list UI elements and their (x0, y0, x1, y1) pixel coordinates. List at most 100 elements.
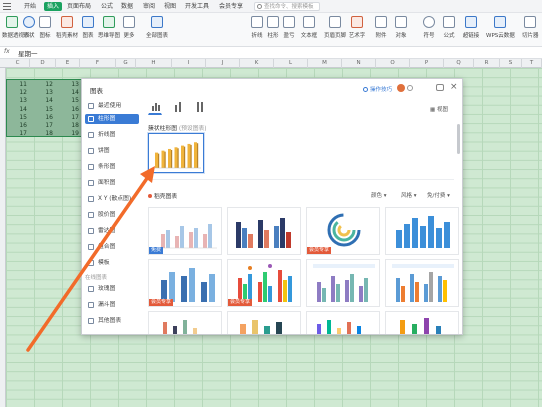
template-card[interactable] (385, 207, 459, 255)
cell[interactable]: 19 (57, 130, 79, 137)
column-header[interactable]: K (240, 59, 274, 68)
cell[interactable]: 18 (57, 122, 79, 129)
all-charts-button[interactable]: 全部图表 (146, 15, 168, 45)
menu-developer[interactable]: 开发工具 (185, 2, 209, 11)
sidebar-item-line[interactable]: 折线图 (85, 130, 139, 140)
formula-input[interactable]: 星期一 (18, 48, 38, 58)
cloud-data-button[interactable]: WPS云数据 (486, 15, 515, 45)
more-button[interactable]: 更多 (122, 15, 136, 45)
column-header[interactable]: N (342, 59, 376, 68)
column-header[interactable]: R (474, 59, 500, 68)
column-header[interactable]: H (136, 59, 172, 68)
stacked-column-tab[interactable] (170, 101, 184, 115)
cell[interactable]: 16 (31, 114, 53, 121)
header-footer-button[interactable]: 页眉页脚 (324, 15, 346, 45)
sidebar-item-column[interactable]: 柱形图 (85, 114, 139, 124)
cell[interactable]: 15 (31, 106, 53, 113)
sidebar-item-funnel[interactable]: 漏斗图 (85, 300, 139, 310)
menu-hamburger-icon[interactable] (3, 3, 11, 10)
menu-home[interactable]: 开始 (24, 2, 36, 11)
cell[interactable]: 16 (57, 106, 79, 113)
template-card[interactable] (227, 311, 301, 334)
sidebar-item-bar[interactable]: 条形图 (85, 162, 139, 172)
template-card[interactable]: 会员专享 (227, 259, 301, 307)
wordart-button[interactable]: 艺术字 (348, 15, 366, 45)
color-filter[interactable]: 颜色 ▾ (371, 191, 387, 199)
sidebar-item-radar[interactable]: 雷达图 (85, 226, 139, 236)
cell[interactable]: 12 (5, 89, 27, 96)
column-header[interactable]: C (6, 59, 30, 68)
cell[interactable]: 11 (5, 81, 27, 88)
template-card[interactable]: 会员专享 (306, 207, 380, 255)
line-sparkline-button[interactable]: 折线 (250, 15, 264, 45)
sidebar-item-scatter[interactable]: X Y (散点图) (85, 194, 139, 204)
preset-chart-preview[interactable] (148, 133, 204, 173)
icons-button[interactable]: 图标 (38, 15, 52, 45)
cell[interactable]: 17 (5, 130, 27, 137)
textbox-button[interactable]: 文本框 (300, 15, 318, 45)
menu-view[interactable]: 视图 (164, 2, 176, 11)
template-card[interactable] (148, 311, 222, 334)
shapes-button[interactable]: 形状 (22, 15, 36, 45)
dialog-scrollbar[interactable] (457, 124, 460, 154)
sidebar-item-area[interactable]: 面积图 (85, 178, 139, 188)
object-button[interactable]: 对象 (394, 15, 408, 45)
template-card[interactable]: 会员专享 (148, 259, 222, 307)
avatar[interactable] (397, 84, 405, 92)
column-header[interactable]: L (274, 59, 308, 68)
column-header[interactable]: O (376, 59, 410, 68)
hyperlink-button[interactable]: 超链接 (462, 15, 480, 45)
sidebar-item-stock[interactable]: 股价图 (85, 210, 139, 220)
sidebar-item-other[interactable]: 其他图表 (85, 316, 139, 326)
style-filter[interactable]: 风格 ▾ (401, 191, 417, 199)
feedback-icon[interactable] (436, 84, 444, 91)
column-header[interactable]: F (80, 59, 116, 68)
cell[interactable]: 13 (5, 97, 27, 104)
mindmap-button[interactable]: 思维导图 (98, 15, 120, 45)
column-header[interactable]: G (116, 59, 136, 68)
selected-range[interactable]: 11 12 13 12 13 14 13 14 15 14 15 16 15 16 17 16 17 1… (6, 79, 82, 137)
menu-data[interactable]: 数据 (121, 2, 133, 11)
template-card[interactable] (385, 311, 459, 334)
formula-button[interactable]: 公式 (442, 15, 456, 45)
cell[interactable]: 14 (5, 106, 27, 113)
column-header[interactable]: Q (444, 59, 474, 68)
close-icon[interactable]: × (450, 82, 458, 92)
cell[interactable]: 18 (31, 130, 53, 137)
column-header[interactable]: M (308, 59, 342, 68)
sidebar-item-pie[interactable]: 饼图 (85, 146, 139, 156)
cell[interactable]: 17 (57, 114, 79, 121)
menu-review[interactable]: 审阅 (143, 2, 155, 11)
cell[interactable]: 16 (5, 122, 27, 129)
menu-insert[interactable]: 插入 (44, 2, 63, 11)
cell[interactable]: 14 (57, 89, 79, 96)
command-search-input[interactable]: 查找命令、搜索模板 (254, 2, 320, 11)
view-toggle[interactable]: ▦ 视图 (430, 105, 448, 113)
attachment-button[interactable]: 附件 (374, 15, 388, 45)
win-loss-button[interactable]: 盈亏 (282, 15, 296, 45)
slicer-button[interactable]: 切片器 (522, 15, 539, 45)
cell[interactable]: 15 (57, 97, 79, 104)
clustered-column-tab[interactable] (148, 101, 162, 115)
column-header[interactable]: D (30, 59, 56, 68)
column-header[interactable]: E (56, 59, 80, 68)
cell[interactable]: 17 (31, 122, 53, 129)
cell[interactable]: 15 (5, 114, 27, 121)
material-button[interactable]: 稻壳素材 (56, 15, 78, 45)
menu-member-alt[interactable]: 会员专享 (219, 2, 243, 11)
column-header[interactable]: J (206, 59, 240, 68)
sidebar-item-template[interactable]: 模板 (85, 258, 139, 268)
menu-page-layout[interactable]: 页面布局 (67, 2, 91, 11)
menu-formulas[interactable]: 公式 (101, 2, 113, 11)
sidebar-item-combo[interactable]: 组合图 (85, 242, 139, 252)
fx-icon[interactable]: fx (4, 48, 10, 55)
column-header[interactable]: P (410, 59, 444, 68)
template-card[interactable] (227, 207, 301, 255)
cell[interactable]: 13 (31, 89, 53, 96)
percent-stacked-column-tab[interactable] (192, 101, 206, 115)
template-card[interactable]: 免费 (148, 207, 222, 255)
column-header[interactable]: I (172, 59, 206, 68)
symbol-button[interactable]: 符号 (422, 15, 436, 45)
template-card[interactable] (385, 259, 459, 307)
template-card[interactable] (306, 259, 380, 307)
